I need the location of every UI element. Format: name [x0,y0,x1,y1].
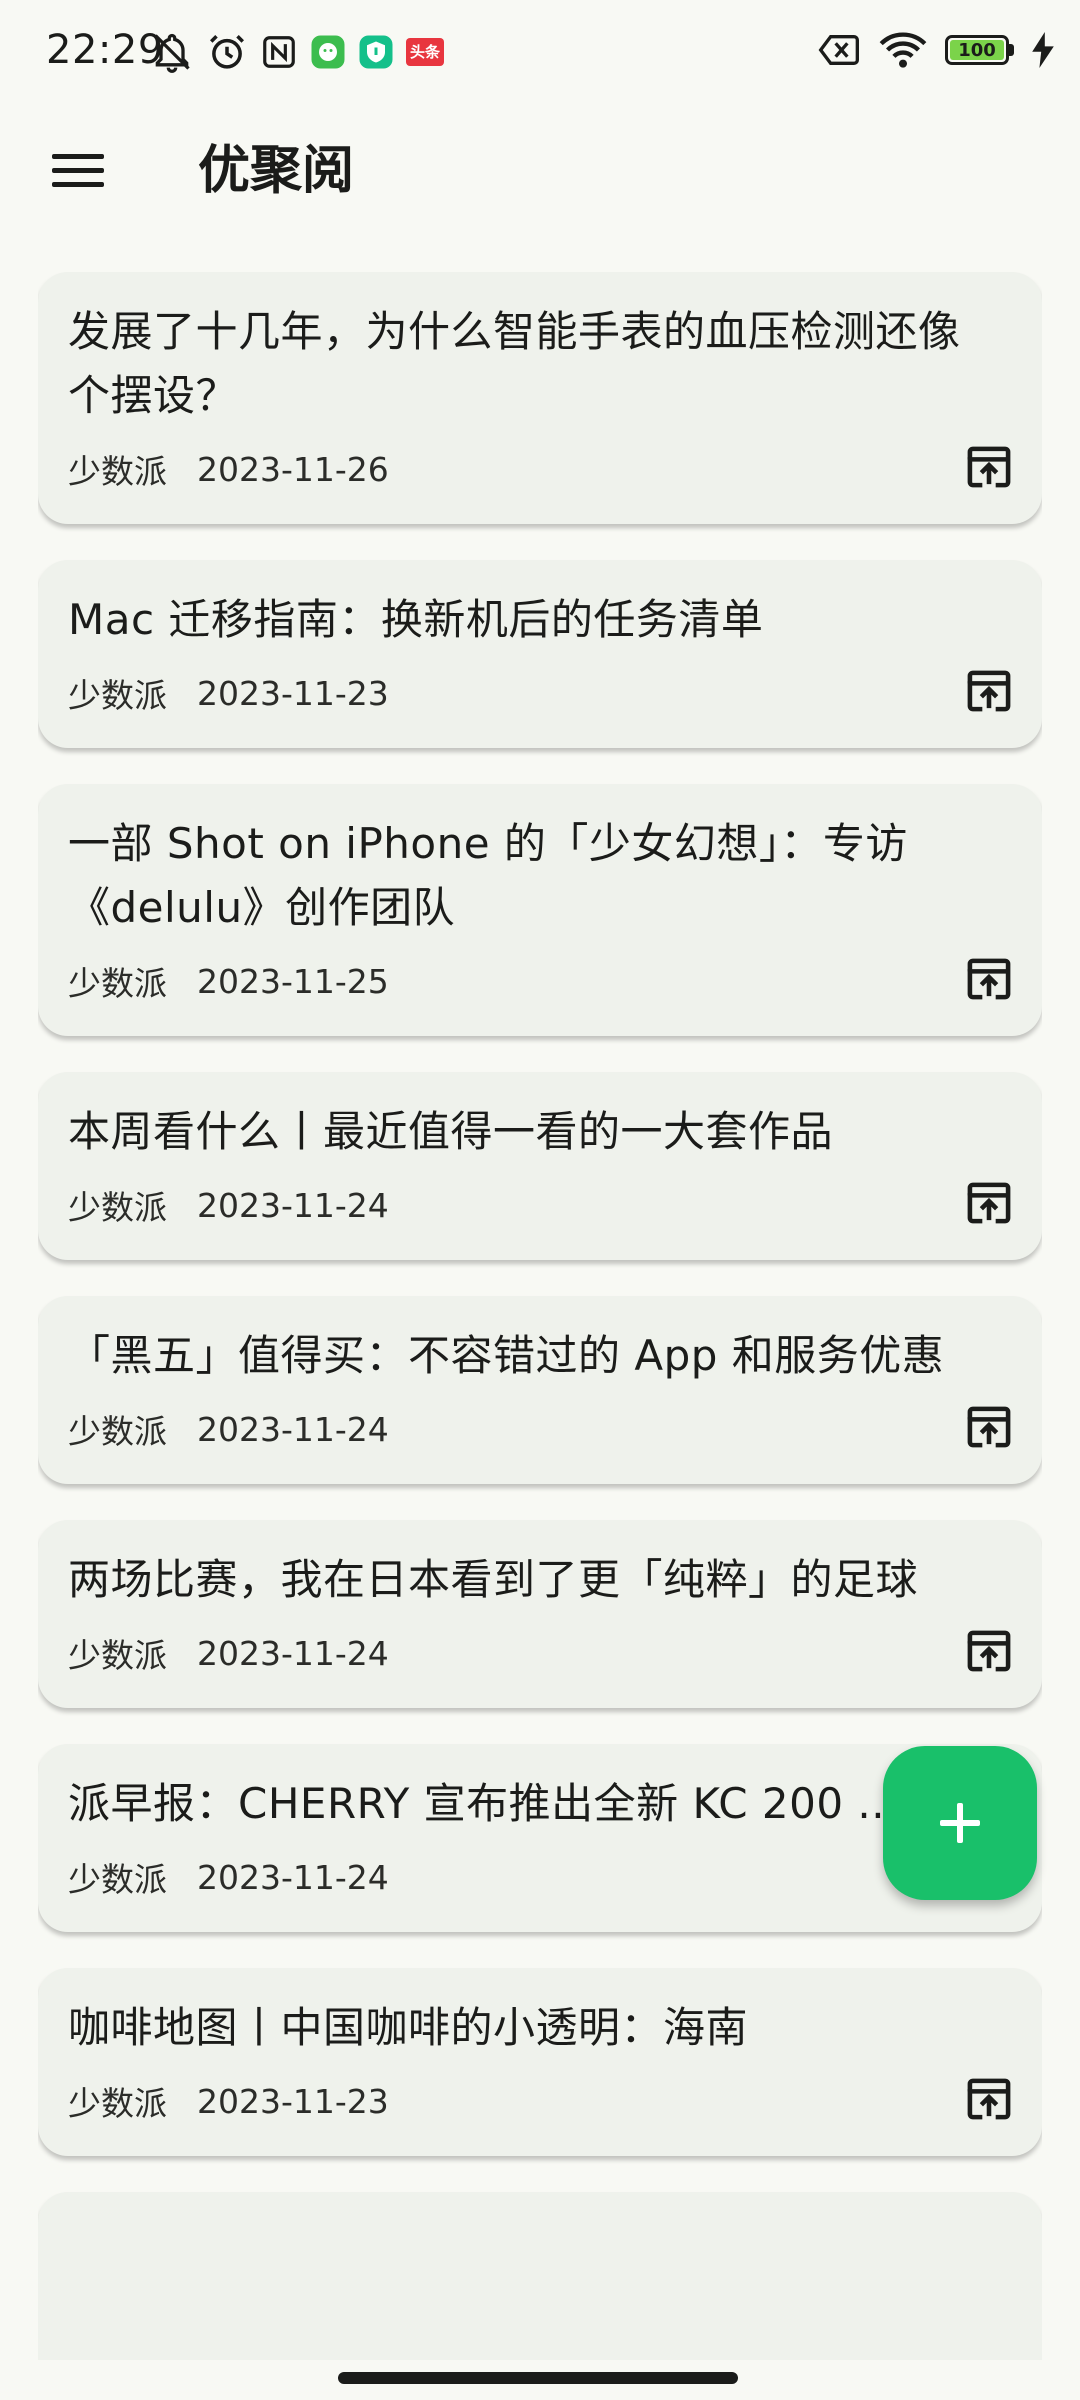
article-feed[interactable]: 发展了十几年，为什么智能手表的血压检测还像个摆设？ 少数派 2023-11-26… [38,272,1042,2360]
toutiao-icon-label: 头条 [409,42,440,61]
article-title: 两场比赛，我在日本看到了更「纯粹」的足球 [68,1555,919,1604]
article-source: 少数派 [68,1412,167,1451]
share-icon [967,670,1011,712]
article-date: 2023-11-24 [197,1409,389,1449]
article-title: Mac 迁移指南：换新机后的任务清单 [68,595,764,644]
article-title: 一部 Shot on iPhone 的「少女幻想」：专访《delulu》创作团队 [68,819,908,932]
article-source: 少数派 [68,452,167,491]
share-icon [967,1182,1011,1224]
article-source: 少数派 [68,1636,167,1675]
article-card[interactable]: 咖啡地图丨中国咖啡的小透明：海南 少数派 2023-11-23 [38,1968,1042,2156]
hamburger-menu-icon [52,154,104,187]
article-source: 少数派 [68,2084,167,2123]
article-date: 2023-11-25 [197,961,389,1001]
article-title: 「黑五」值得买：不容错过的 App 和服务优惠 [68,1331,945,1380]
app-bar: 优聚阅 [0,100,1080,240]
menu-button[interactable] [40,142,116,198]
article-date: 2023-11-23 [197,2081,389,2121]
add-feed-button[interactable] [883,1746,1037,1900]
article-card[interactable] [38,2192,1042,2360]
article-source: 少数派 [68,1860,167,1899]
share-button[interactable] [966,444,1012,490]
article-title: 派早报：CHERRY 宣布推出全新 KC 200 ... 盘 [68,1779,956,1828]
article-card[interactable]: Mac 迁移指南：换新机后的任务清单 少数派 2023-11-23 [38,560,1042,748]
alarm-icon [210,35,244,69]
share-icon [967,2078,1011,2120]
article-title: 本周看什么丨最近值得一看的一大套作品 [68,1107,834,1156]
article-meta: 少数派 2023-11-24 [68,1628,1012,1678]
status-right-icons: 100 [817,30,1054,70]
home-indicator[interactable] [338,2372,738,2384]
article-meta: 少数派 2023-11-23 [68,2076,1012,2126]
share-button[interactable] [966,1628,1012,1674]
article-date: 2023-11-24 [197,1857,389,1897]
status-bar: 22:29 头条 100 [0,0,1080,100]
article-date: 2023-11-23 [197,673,389,713]
article-meta: 少数派 2023-11-26 [68,444,1012,494]
app-title: 优聚阅 [198,141,355,201]
article-card[interactable]: 「黑五」值得买：不容错过的 App 和服务优惠 少数派 2023-11-24 [38,1296,1042,1484]
article-title: 咖啡地图丨中国咖啡的小透明：海南 [68,2003,749,2052]
article-meta: 少数派 2023-11-23 [68,668,1012,718]
share-button[interactable] [966,668,1012,714]
share-button[interactable] [966,1404,1012,1450]
article-source: 少数派 [68,1188,167,1227]
app-notification-toutiao-icon: 头条 [406,38,444,66]
article-card[interactable]: 两场比赛，我在日本看到了更「纯粹」的足球 少数派 2023-11-24 [38,1520,1042,1708]
article-meta: 少数派 2023-11-24 [68,1852,1012,1902]
article-date: 2023-11-24 [197,1185,389,1225]
article-card[interactable]: 一部 Shot on iPhone 的「少女幻想」：专访《delulu》创作团队… [38,784,1042,1036]
share-icon [967,1406,1011,1448]
app-notification-green-icon [311,35,345,69]
battery-level: 100 [950,40,1004,61]
article-date: 2023-11-26 [197,449,389,489]
article-source: 少数派 [68,964,167,1003]
article-card[interactable]: 发展了十几年，为什么智能手表的血压检测还像个摆设？ 少数派 2023-11-26 [38,272,1042,524]
status-time: 22:29 [46,27,164,73]
app-notification-shield-icon [359,35,393,69]
share-icon [967,1630,1011,1672]
article-card[interactable]: 本周看什么丨最近值得一看的一大套作品 少数派 2023-11-24 [38,1072,1042,1260]
article-meta: 少数派 2023-11-25 [68,956,1012,1006]
no-sim-icon [818,35,859,65]
nfc-icon [263,36,295,68]
share-button[interactable] [966,956,1012,1002]
battery-icon: 100 [945,35,1014,65]
mute-icon [154,33,190,73]
plus-icon [940,1803,980,1843]
article-source: 少数派 [68,676,167,715]
share-icon [967,958,1011,1000]
charging-icon [1032,32,1054,68]
wifi-icon [879,32,927,68]
article-date: 2023-11-24 [197,1633,389,1673]
article-title: 发展了十几年，为什么智能手表的血压检测还像个摆设？ [68,307,961,420]
share-button[interactable] [966,1180,1012,1226]
article-meta: 少数派 2023-11-24 [68,1404,1012,1454]
status-left-icons: 头条 [150,30,444,74]
share-icon [967,446,1011,488]
share-button[interactable] [966,2076,1012,2122]
article-meta: 少数派 2023-11-24 [68,1180,1012,1230]
